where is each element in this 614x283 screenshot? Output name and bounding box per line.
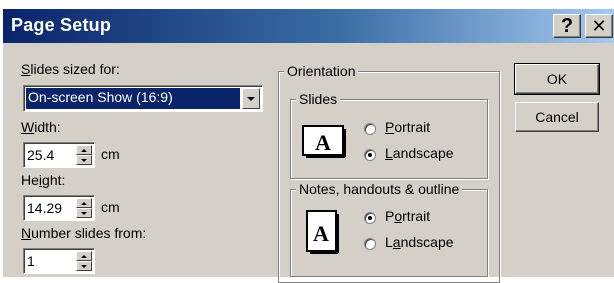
arrow-down-icon (81, 264, 87, 268)
width-decrement-button[interactable] (76, 155, 92, 165)
height-label: Height: (21, 172, 66, 188)
slides-landscape-radio[interactable] (364, 149, 376, 161)
close-icon: ✕ (591, 15, 607, 36)
height-spinner[interactable]: 14.29 (23, 195, 95, 221)
radio-selected-dot (368, 153, 372, 157)
width-spinner[interactable]: 25.4 (23, 142, 95, 168)
arrow-up-icon (81, 254, 87, 258)
height-decrement-button[interactable] (76, 208, 92, 218)
portrait-page-icon: A (306, 210, 339, 254)
notes-portrait-label[interactable]: Portrait (385, 208, 430, 224)
slides-portrait-radio[interactable] (364, 123, 376, 135)
window-title: Page Setup (11, 15, 112, 35)
slides-sized-for-label: Slides sized for: (21, 61, 120, 77)
page-setup-dialog: Page Setup ? ✕ Slides sized for: On-scre… (2, 8, 614, 283)
number-slides-from-value: 1 (27, 253, 35, 269)
close-button[interactable]: ✕ (585, 14, 613, 38)
svg-text:A: A (313, 221, 329, 246)
arrow-up-icon (81, 201, 87, 205)
height-increment-button[interactable] (76, 198, 92, 208)
help-icon: ? (560, 14, 574, 37)
landscape-page-icon: A (302, 125, 346, 158)
slides-orientation-title: Slides (296, 91, 341, 107)
slides-portrait-label[interactable]: Portrait (385, 119, 430, 135)
radio-selected-dot (368, 216, 372, 220)
arrow-down-icon (81, 158, 87, 162)
orientation-title: Orientation (284, 63, 359, 79)
notes-landscape-label[interactable]: Landscape (385, 234, 454, 250)
notes-orientation-title: Notes, handouts & outline (296, 181, 463, 197)
chevron-down-icon (247, 96, 255, 101)
dropdown-button[interactable] (242, 88, 260, 109)
svg-text:A: A (315, 130, 331, 155)
number-decrement-button[interactable] (76, 261, 92, 271)
width-label: Width: (21, 119, 61, 135)
number-increment-button[interactable] (76, 251, 92, 261)
slides-sized-for-value: On-screen Show (16:9) (26, 88, 240, 109)
width-value: 25.4 (27, 147, 55, 163)
height-value: 14.29 (27, 200, 63, 216)
notes-portrait-radio[interactable] (364, 212, 376, 224)
number-slides-from-spinner[interactable]: 1 (23, 248, 95, 274)
ok-button[interactable]: OK (514, 63, 600, 95)
number-slides-from-label: Number slides from: (21, 225, 147, 241)
slides-landscape-label[interactable]: Landscape (385, 145, 454, 161)
arrow-up-icon (81, 148, 87, 152)
cancel-button[interactable]: Cancel (515, 102, 599, 132)
height-unit: cm (101, 199, 120, 215)
width-unit: cm (101, 146, 120, 162)
notes-landscape-radio[interactable] (364, 238, 376, 250)
title-bar: Page Setup ? ✕ (3, 9, 614, 43)
width-increment-button[interactable] (76, 145, 92, 155)
slides-sized-for-select[interactable]: On-screen Show (16:9) (23, 85, 263, 112)
arrow-down-icon (81, 211, 87, 215)
help-button[interactable]: ? (553, 14, 581, 38)
